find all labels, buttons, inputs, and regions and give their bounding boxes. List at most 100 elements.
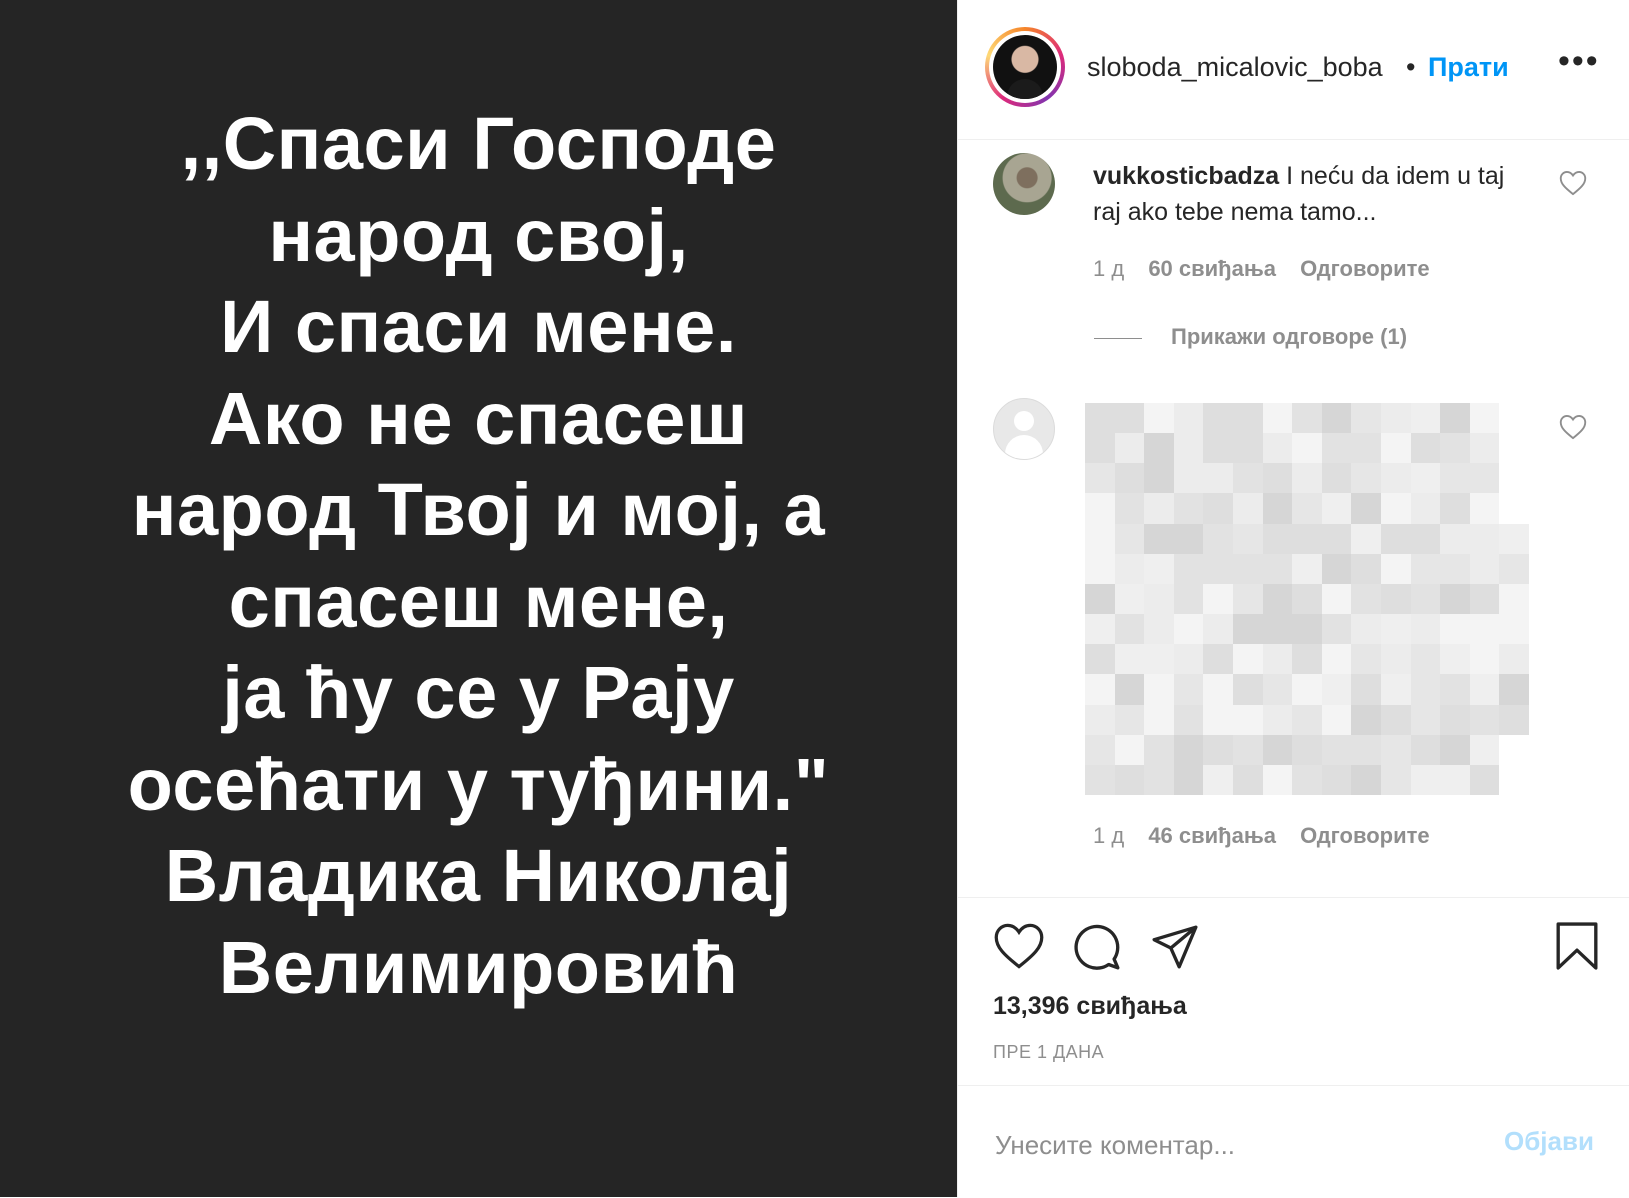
pixel-block xyxy=(1351,523,1381,554)
like-heart-icon[interactable] xyxy=(993,922,1045,970)
comment-likes[interactable]: 46 свиђања xyxy=(1148,823,1276,848)
comment-input[interactable] xyxy=(993,1124,1477,1166)
comment-likes[interactable]: 60 свиђања xyxy=(1148,256,1276,281)
pixel-block xyxy=(1410,403,1441,434)
post-comment-button[interactable]: Објави xyxy=(1504,1126,1594,1157)
pixel-block xyxy=(1381,644,1411,675)
pixel-block xyxy=(1203,493,1233,524)
pixel-block xyxy=(1233,764,1263,795)
pixel-block xyxy=(1351,704,1381,735)
pixel-block xyxy=(1203,463,1233,494)
pixel-block xyxy=(1440,674,1470,705)
quote-line: Ако не спасеш xyxy=(208,376,749,460)
pixel-block xyxy=(1233,644,1263,675)
pixel-block xyxy=(1144,463,1174,494)
pixel-block xyxy=(1203,553,1233,584)
pixel-block xyxy=(1292,704,1322,735)
pixel-block xyxy=(1499,644,1529,675)
pixel-block xyxy=(1381,403,1411,434)
pixelated-comment-text xyxy=(1085,403,1529,795)
pixel-block xyxy=(1144,433,1174,464)
comment-meta: 1 д 60 свиђања Одговорите xyxy=(1093,256,1448,282)
pixel-block xyxy=(1233,493,1263,524)
pixel-block xyxy=(1173,644,1204,675)
comment-like-heart-icon[interactable] xyxy=(1559,414,1587,440)
pixel-block xyxy=(1410,644,1441,675)
pixel-block xyxy=(1173,433,1204,464)
pixel-block xyxy=(1233,734,1263,765)
commenter-avatar[interactable] xyxy=(993,153,1055,215)
pixel-block xyxy=(1262,553,1293,584)
pixel-block xyxy=(1085,734,1115,765)
view-replies-button[interactable]: Прикажи одговоре (1) xyxy=(1171,324,1407,350)
pixel-block xyxy=(1440,764,1470,795)
comment-like-heart-icon[interactable] xyxy=(1559,170,1587,196)
pixel-block xyxy=(1173,583,1204,615)
pixel-block xyxy=(1499,734,1529,765)
pixel-block xyxy=(1114,734,1145,765)
pixel-block xyxy=(1233,403,1263,434)
pixel-block xyxy=(1233,523,1263,554)
pixel-block xyxy=(1114,644,1145,675)
reply-button[interactable]: Одговорите xyxy=(1300,256,1430,281)
likes-count[interactable]: 13,396 свиђања xyxy=(993,992,1187,1021)
pixel-block xyxy=(1114,553,1145,584)
pixel-block xyxy=(1381,493,1411,524)
pixel-block xyxy=(1203,704,1233,735)
bookmark-icon[interactable] xyxy=(1554,920,1600,972)
pixel-block xyxy=(1410,704,1441,735)
pixel-block xyxy=(1321,704,1352,735)
pixel-block xyxy=(1469,553,1500,584)
pixel-block xyxy=(1440,583,1470,615)
comment-time[interactable]: 1 д xyxy=(1093,256,1124,281)
pixel-block xyxy=(1381,463,1411,494)
paper-plane-icon[interactable] xyxy=(1149,922,1201,972)
avatar-body-shape xyxy=(1005,435,1043,459)
pixel-block xyxy=(1262,433,1293,464)
commenter-avatar-placeholder[interactable] xyxy=(993,398,1055,460)
pixel-block xyxy=(1351,764,1381,795)
pixel-block xyxy=(1144,614,1174,645)
pixel-block xyxy=(1233,674,1263,705)
pixel-block xyxy=(1499,583,1529,615)
pixel-block xyxy=(1351,734,1381,765)
comment-username[interactable]: vukkosticbadza xyxy=(1093,162,1279,190)
post-image[interactable]: ,,Спаси Господе народ свој, И спаси мене… xyxy=(0,0,957,1197)
pixel-block xyxy=(1292,523,1322,554)
pixel-block xyxy=(1351,614,1381,645)
pixel-block xyxy=(1233,553,1263,584)
pixel-block xyxy=(1410,674,1441,705)
pixel-block xyxy=(1262,403,1293,434)
pixel-block xyxy=(1440,433,1470,464)
pixel-block xyxy=(1233,583,1263,615)
quote-line: Велимировић xyxy=(218,925,739,1009)
pixel-block xyxy=(1410,734,1441,765)
story-ring[interactable] xyxy=(985,27,1065,107)
pixel-block xyxy=(1469,704,1500,735)
pixel-block xyxy=(1173,704,1204,735)
reply-button[interactable]: Одговорите xyxy=(1300,823,1430,848)
comment-bubble-icon[interactable] xyxy=(1071,922,1123,972)
avatar-border xyxy=(989,31,1061,103)
more-options-icon[interactable]: ••• xyxy=(1558,42,1600,81)
author-username[interactable]: sloboda_micalovic_boba xyxy=(1087,52,1383,83)
pixel-block xyxy=(1381,674,1411,705)
follow-button[interactable]: Прати xyxy=(1428,52,1509,83)
pixel-block xyxy=(1203,523,1233,554)
pixel-block xyxy=(1173,553,1204,584)
pixel-block xyxy=(1440,734,1470,765)
pixel-block xyxy=(1440,463,1470,494)
pixel-block xyxy=(1381,734,1411,765)
quote-line: ,,Спаси Господе xyxy=(180,102,777,185)
pixel-block xyxy=(1292,493,1322,524)
pixel-block xyxy=(1410,463,1441,494)
post-timestamp[interactable]: ПРЕ 1 ДАНА xyxy=(993,1042,1104,1063)
pixel-block xyxy=(1410,523,1441,554)
pixel-block xyxy=(1469,734,1500,765)
comment-time[interactable]: 1 д xyxy=(1093,823,1124,848)
pixel-block xyxy=(1292,764,1322,795)
post-header: sloboda_micalovic_boba • Прати ••• xyxy=(958,0,1629,140)
pixel-block xyxy=(1410,493,1441,524)
pixel-block xyxy=(1381,583,1411,615)
pixel-block xyxy=(1144,704,1174,735)
